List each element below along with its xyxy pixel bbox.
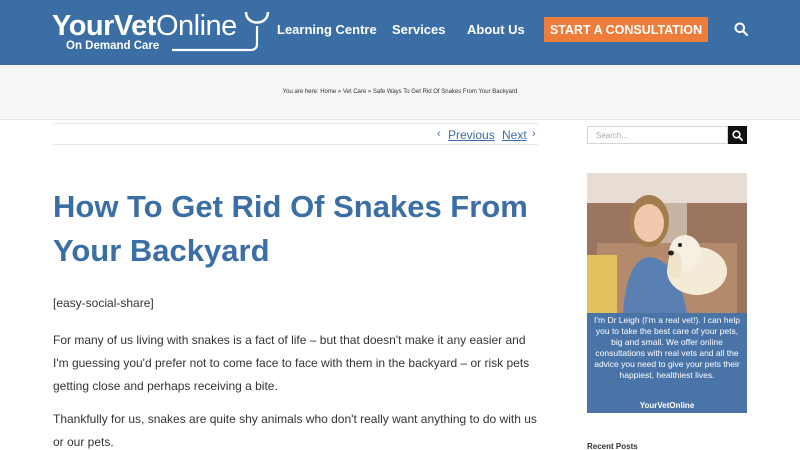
logo-vet: Vet xyxy=(113,10,157,42)
previous-post-link[interactable]: Previous xyxy=(448,128,495,142)
chevron-left-icon[interactable]: ‹ xyxy=(437,128,441,140)
breadcrumb[interactable]: You are here: Home » Vet Care » Safe Way… xyxy=(0,89,800,95)
social-share-shortcode: [easy-social-share] xyxy=(53,296,154,310)
sidebar-search-input[interactable]: Search... xyxy=(587,126,728,144)
breadcrumb-bar: You are here: Home » Vet Care » Safe Way… xyxy=(0,65,800,120)
promo-text: I'm Dr Leigh (I'm a real vet!). I can he… xyxy=(594,315,740,380)
nav-learning-centre[interactable]: Learning Centre xyxy=(277,22,377,37)
promo-brand-logo: YourVetOnline xyxy=(639,401,695,410)
search-icon[interactable] xyxy=(734,22,748,36)
vet-with-dog-photo xyxy=(587,173,747,313)
start-consultation-button[interactable]: START A CONSULTATION xyxy=(544,17,708,42)
post-navigation: ‹ Previous Next › xyxy=(53,123,538,145)
nav-services[interactable]: Services xyxy=(392,22,446,37)
logo-tagline: On Demand Care xyxy=(66,40,160,52)
nav-about-us[interactable]: About Us xyxy=(467,22,525,37)
chevron-right-icon[interactable]: › xyxy=(532,128,536,140)
article-paragraph: For many of us living with snakes is a f… xyxy=(53,333,530,393)
site-header: YourVetOnline On Demand Care Learning Ce… xyxy=(0,0,800,65)
next-post-link[interactable]: Next xyxy=(502,128,527,142)
article-paragraph: Thankfully for us, snakes are quite shy … xyxy=(53,412,537,449)
sidebar-search-button[interactable] xyxy=(728,126,747,144)
promo-text-panel: I'm Dr Leigh (I'm a real vet!). I can he… xyxy=(587,313,747,413)
article-title: How To Get Rid Of Snakes From Your Backy… xyxy=(53,189,528,268)
search-icon xyxy=(732,129,743,141)
logo-your: Your xyxy=(52,10,114,42)
vet-promo-banner[interactable]: I'm Dr Leigh (I'm a real vet!). I can he… xyxy=(587,173,747,413)
recent-posts-heading: Recent Posts xyxy=(587,442,638,450)
